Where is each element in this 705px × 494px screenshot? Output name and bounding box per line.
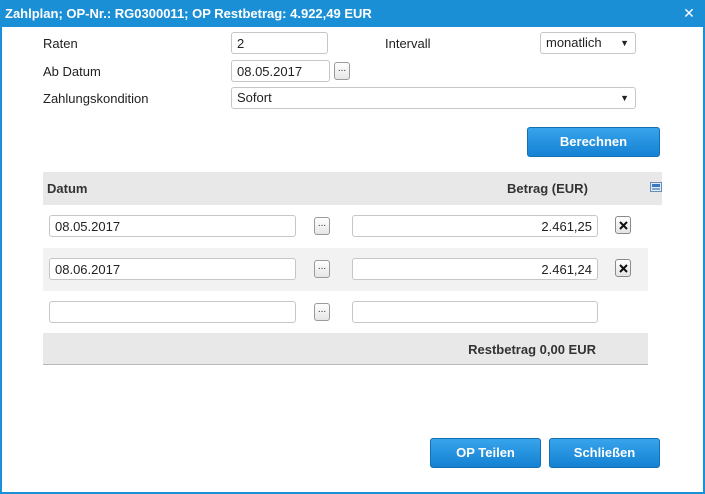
caret-down-icon: ▼ (620, 38, 629, 48)
row-delete-button[interactable] (615, 259, 631, 277)
restbetrag-text: Restbetrag 0,00 EUR (468, 342, 596, 357)
row-datum-input[interactable] (49, 215, 296, 237)
dialog-titlebar: Zahlplan; OP-Nr.: RG0300011; OP Restbetr… (2, 0, 705, 27)
close-icon[interactable]: ✕ (683, 6, 695, 20)
row-betrag-input[interactable] (352, 215, 598, 237)
zahlplan-dialog: Zahlplan; OP-Nr.: RG0300011; OP Restbetr… (0, 0, 705, 494)
schliessen-button[interactable]: Schließen (549, 438, 660, 468)
ab-datum-input[interactable] (231, 60, 330, 82)
table-header: Datum Betrag (EUR) (43, 172, 662, 205)
row-betrag-input[interactable] (352, 301, 598, 323)
berechnen-button[interactable]: Berechnen (527, 127, 660, 157)
row-datum-picker-button[interactable]: ... (314, 217, 330, 235)
row-datum-input[interactable] (49, 301, 296, 323)
row-datum-input[interactable] (49, 258, 296, 280)
intervall-select[interactable]: monatlich ▼ (540, 32, 636, 54)
col-datum-header: Datum (47, 181, 88, 196)
ab-datum-picker-button[interactable]: ... (334, 62, 350, 80)
ab-datum-label: Ab Datum (43, 64, 101, 79)
row-betrag-input[interactable] (352, 258, 598, 280)
row-datum-picker-button[interactable]: ... (314, 303, 330, 321)
zahlungskondition-value: Sofort (237, 90, 272, 105)
zahlungskondition-label: Zahlungskondition (43, 91, 149, 106)
intervall-label: Intervall (385, 36, 431, 51)
intervall-value: monatlich (546, 35, 602, 50)
op-teilen-button[interactable]: OP Teilen (430, 438, 541, 468)
dialog-title: Zahlplan; OP-Nr.: RG0300011; OP Restbetr… (5, 6, 372, 21)
caret-down-icon: ▼ (620, 93, 629, 103)
raten-label: Raten (43, 36, 78, 51)
col-betrag-header: Betrag (EUR) (507, 181, 588, 196)
zahlungskondition-select[interactable]: Sofort ▼ (231, 87, 636, 109)
close-icon (619, 221, 628, 230)
row-delete-button[interactable] (615, 216, 631, 234)
restbetrag-bar: Restbetrag 0,00 EUR (43, 333, 648, 365)
row-datum-picker-button[interactable]: ... (314, 260, 330, 278)
close-icon (619, 264, 628, 273)
export-icon[interactable] (650, 182, 662, 192)
raten-input[interactable] (231, 32, 328, 54)
